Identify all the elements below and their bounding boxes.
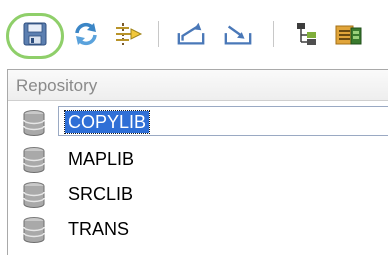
database-icon bbox=[23, 147, 45, 173]
toolbar-separator bbox=[273, 21, 274, 47]
repository-header-label: Repository bbox=[16, 76, 98, 95]
repository-item-trans[interactable]: TRANS bbox=[8, 211, 388, 247]
database-icon bbox=[23, 217, 45, 243]
tree-button[interactable] bbox=[292, 19, 322, 49]
export-button[interactable] bbox=[176, 19, 206, 49]
repository-item-label: MAPLIB bbox=[68, 149, 135, 169]
refresh-button[interactable] bbox=[71, 19, 101, 49]
import-button[interactable] bbox=[223, 19, 253, 49]
repository-item-maplib[interactable]: MAPLIB bbox=[8, 141, 388, 177]
toolbar-separator bbox=[158, 21, 159, 47]
repository-item-label: SRCLIB bbox=[68, 184, 134, 204]
tree-icon bbox=[297, 23, 316, 45]
toolbar bbox=[0, 0, 388, 66]
compare-icon bbox=[116, 23, 143, 45]
export-icon bbox=[177, 22, 205, 45]
repository-header[interactable]: Repository bbox=[8, 70, 388, 101]
repository-item-copylib[interactable]: COPYLIB bbox=[8, 104, 388, 140]
properties-icon bbox=[335, 25, 362, 45]
database-icon bbox=[23, 182, 45, 208]
repository-item-label: COPYLIB bbox=[63, 110, 151, 134]
database-icon bbox=[23, 110, 45, 136]
save-button[interactable] bbox=[20, 19, 50, 49]
repository-item-label: TRANS bbox=[68, 219, 130, 239]
repository-panel: Repository COPYLIB MAPLIB SRCLIB TRANS bbox=[7, 69, 388, 255]
import-icon bbox=[224, 25, 252, 45]
properties-button[interactable] bbox=[334, 19, 364, 49]
compare-button[interactable] bbox=[114, 19, 144, 49]
refresh-icon bbox=[75, 22, 97, 46]
save-icon bbox=[23, 22, 47, 46]
repository-item-srclib[interactable]: SRCLIB bbox=[8, 176, 388, 212]
